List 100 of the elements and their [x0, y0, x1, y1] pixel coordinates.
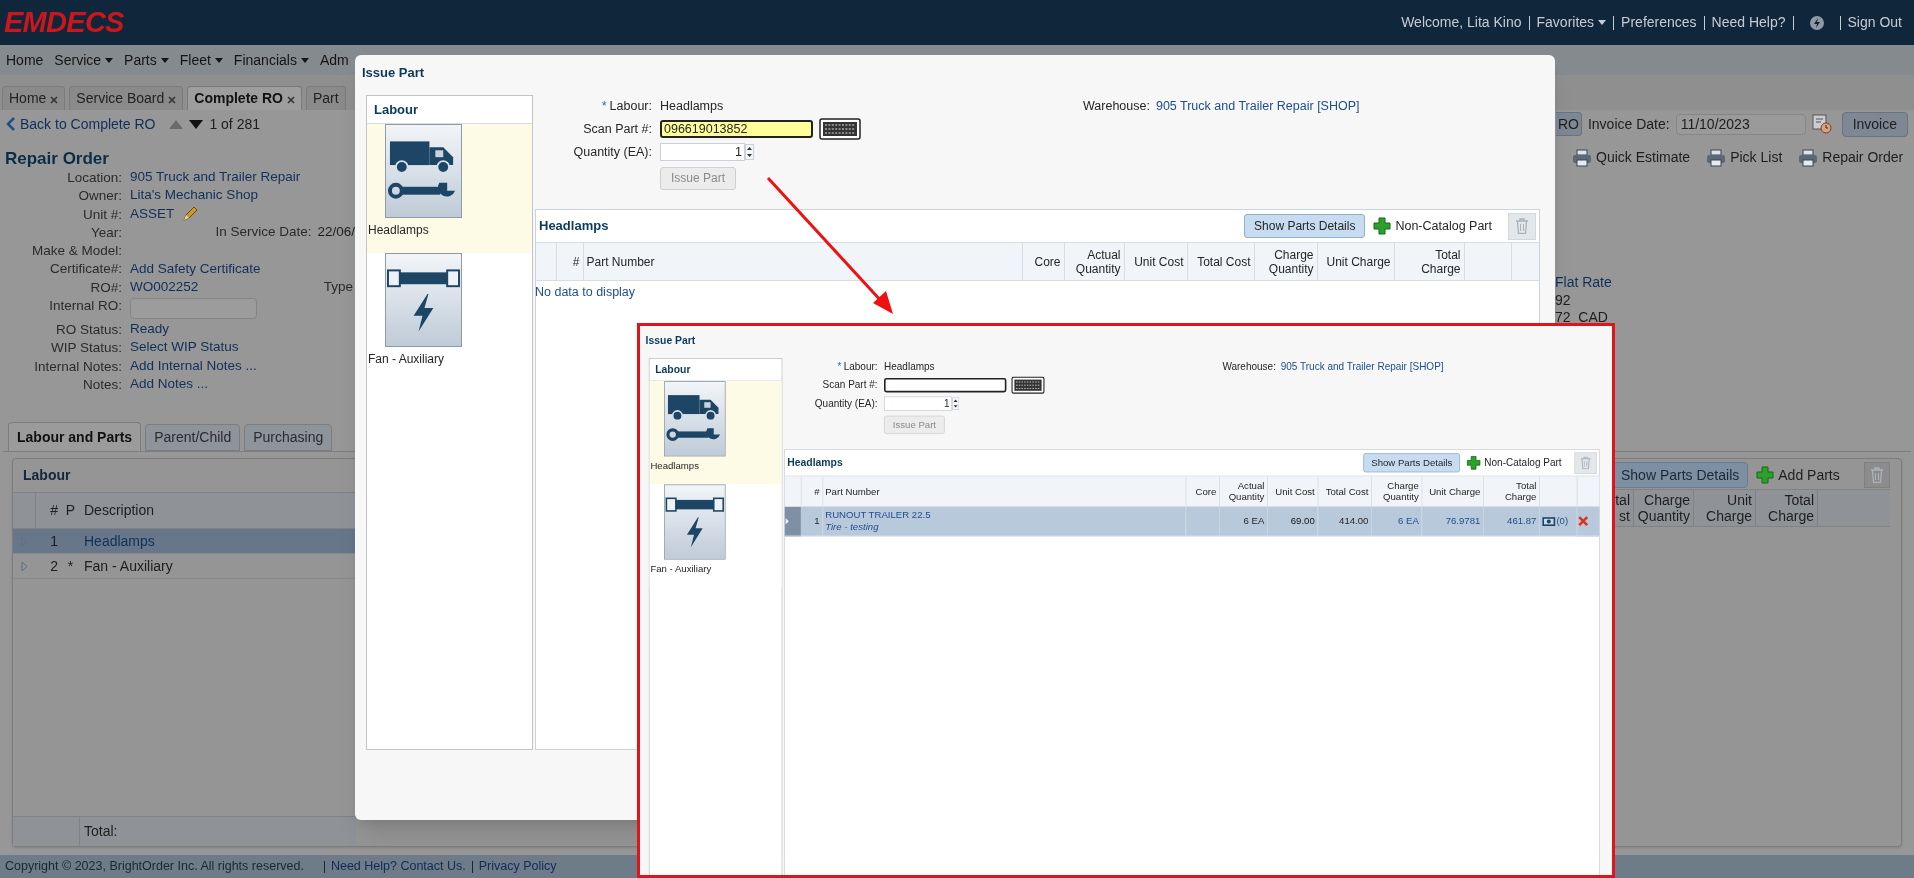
table-row[interactable]: 1 Headlamps	[13, 529, 356, 554]
labour-item[interactable]: Headlamps	[367, 124, 532, 253]
copyright-text: Copyright © 2023, BrightOrder Inc. All rights reserved.	[5, 858, 304, 876]
panel-title: Labour	[649, 358, 782, 382]
scan-part-field[interactable]	[884, 378, 1007, 393]
delete-button[interactable]	[1576, 506, 1600, 536]
labour-item-label: Headlamps	[367, 222, 430, 239]
tab[interactable]: Complete RO	[187, 86, 302, 110]
column-header: #	[800, 476, 823, 507]
dialog-title: Issue Part	[362, 64, 426, 82]
field-value: Headlamps	[884, 359, 935, 375]
menu-item[interactable]: Parts	[124, 49, 169, 71]
show-parts-details-button[interactable]: Show Parts Details	[1612, 462, 1749, 488]
header-link[interactable]: Preferences	[1621, 12, 1697, 33]
required-mark: *	[837, 359, 842, 375]
calendar-clock-icon	[1811, 114, 1832, 134]
invoice-button[interactable]: Invoice	[1841, 111, 1908, 137]
table-cell: 69.00	[1290, 515, 1315, 527]
labour-item[interactable]: Headlamps	[649, 381, 782, 485]
pager-text: 1 of 281	[209, 114, 260, 134]
caret-icon	[1598, 20, 1607, 25]
labour-item[interactable]: Fan - Auxiliary	[649, 484, 782, 588]
print-button[interactable]: Pick List	[1706, 147, 1783, 168]
back-link[interactable]: Back to Complete RO	[6, 113, 156, 135]
add-parts-button[interactable]: Add Parts	[1756, 464, 1840, 486]
quantity-field[interactable]: 1	[660, 143, 745, 161]
empty-message: No data to display	[534, 284, 637, 301]
footer-link[interactable]: Privacy Policy	[478, 857, 557, 876]
quantity-field[interactable]: 1	[884, 396, 952, 411]
back-chevron-icon	[6, 117, 16, 131]
tab[interactable]: Parent/Child	[145, 424, 241, 451]
non-catalog-part-button[interactable]: Non-Catalog Part	[1466, 455, 1562, 471]
field-value: Add Notes ...	[130, 375, 209, 393]
field-label: Certificate#:	[48, 260, 122, 278]
printer-icon	[1706, 148, 1727, 167]
print-button[interactable]: Repair Order	[1798, 147, 1904, 168]
invoice-date-field[interactable]: 11/10/2023	[1675, 113, 1806, 135]
field-label: In Service Date:	[215, 222, 312, 241]
keyboard-icon	[1011, 376, 1045, 394]
field-label: Year:	[89, 223, 122, 242]
trash-icon	[1870, 467, 1884, 483]
show-parts-details-button[interactable]: Show Parts Details	[1244, 214, 1366, 238]
table-cell-text: 1	[49, 531, 59, 551]
field-label: Quantity (EA):	[573, 143, 652, 161]
labour-item-label: Headlamps	[649, 459, 700, 474]
delete-button[interactable]	[1864, 462, 1890, 488]
required-mark: *	[601, 97, 607, 115]
header-link[interactable]: Favorites	[1536, 12, 1607, 33]
tab[interactable]: Purchasing	[244, 424, 333, 451]
column-header: Total Cost	[1317, 476, 1372, 507]
scan-part-field[interactable]: 096619013852	[660, 120, 813, 138]
warehouse-link[interactable]: 905 Truck and Trailer Repair [SHOP]	[1280, 359, 1444, 375]
column-header: Unit Charge	[1421, 476, 1484, 507]
column-header: Unit Cost	[1267, 476, 1318, 507]
part-description: Tire - testing	[825, 521, 880, 534]
field-label: RO#:	[89, 278, 122, 297]
menu-item[interactable]: Adm	[319, 49, 349, 71]
tab[interactable]: Part	[306, 86, 346, 110]
summary-text: 92	[1555, 291, 1572, 309]
field-label: Warehouse:	[1222, 360, 1276, 375]
printer-icon	[1798, 148, 1819, 167]
menu-item[interactable]: Fleet	[179, 49, 223, 71]
part-number-link[interactable]: RUNOUT TRAILER 22.5	[825, 509, 1183, 522]
photo-icon	[1541, 515, 1556, 527]
column-header: Total Cost	[1187, 242, 1254, 281]
header-link[interactable]: Sign Out	[1847, 12, 1902, 33]
tab[interactable]: Home	[2, 86, 66, 110]
logo: EMDECS	[4, 8, 124, 37]
menu-item[interactable]: Home	[6, 49, 44, 71]
field-label: Unit #:	[81, 205, 122, 223]
summary-text: Flat Rate	[1555, 274, 1613, 292]
panel-title: Headlamps	[539, 217, 609, 236]
tab[interactable]: Labour and Parts	[8, 422, 142, 451]
menu-item[interactable]: Service	[54, 49, 114, 71]
panel-title: Headlamps	[787, 455, 843, 471]
close-icon	[168, 96, 177, 104]
non-catalog-part-button[interactable]: Non-Catalog Part	[1373, 216, 1492, 236]
delete-icon	[1577, 515, 1589, 527]
footer-link[interactable]: Need Help? Contact Us.	[330, 857, 466, 876]
print-button[interactable]: Quick Estimate	[1572, 147, 1691, 168]
close-icon	[287, 96, 295, 104]
menu-item[interactable]: Financials	[233, 49, 309, 71]
column-header: Description	[83, 501, 155, 520]
field-label: Make & Model:	[30, 242, 122, 260]
attachments-button[interactable]: (0)	[1539, 514, 1577, 529]
field-label: Labour:	[609, 97, 652, 115]
column-header: Core	[1022, 242, 1064, 281]
field-label: Internal Notes:	[33, 357, 122, 375]
warehouse-link[interactable]: 905 Truck and Trailer Repair [SHOP]	[1155, 97, 1360, 116]
field-value: 905 Truck and Trailer Repair	[130, 168, 301, 187]
ro-button[interactable]: RO	[1555, 112, 1582, 136]
tab[interactable]: Service Board	[69, 86, 184, 110]
show-parts-details-button[interactable]: Show Parts Details	[1363, 453, 1461, 473]
field-value: Add Safety Certificate	[130, 259, 261, 278]
table-cell-text: *	[66, 556, 75, 576]
plus-icon	[1756, 466, 1775, 484]
header-link[interactable]: Need Help?	[1711, 12, 1786, 33]
dialog-title: Issue Part	[645, 333, 697, 348]
column-header: Unit Cost	[1124, 242, 1187, 281]
caret-icon	[160, 57, 169, 63]
